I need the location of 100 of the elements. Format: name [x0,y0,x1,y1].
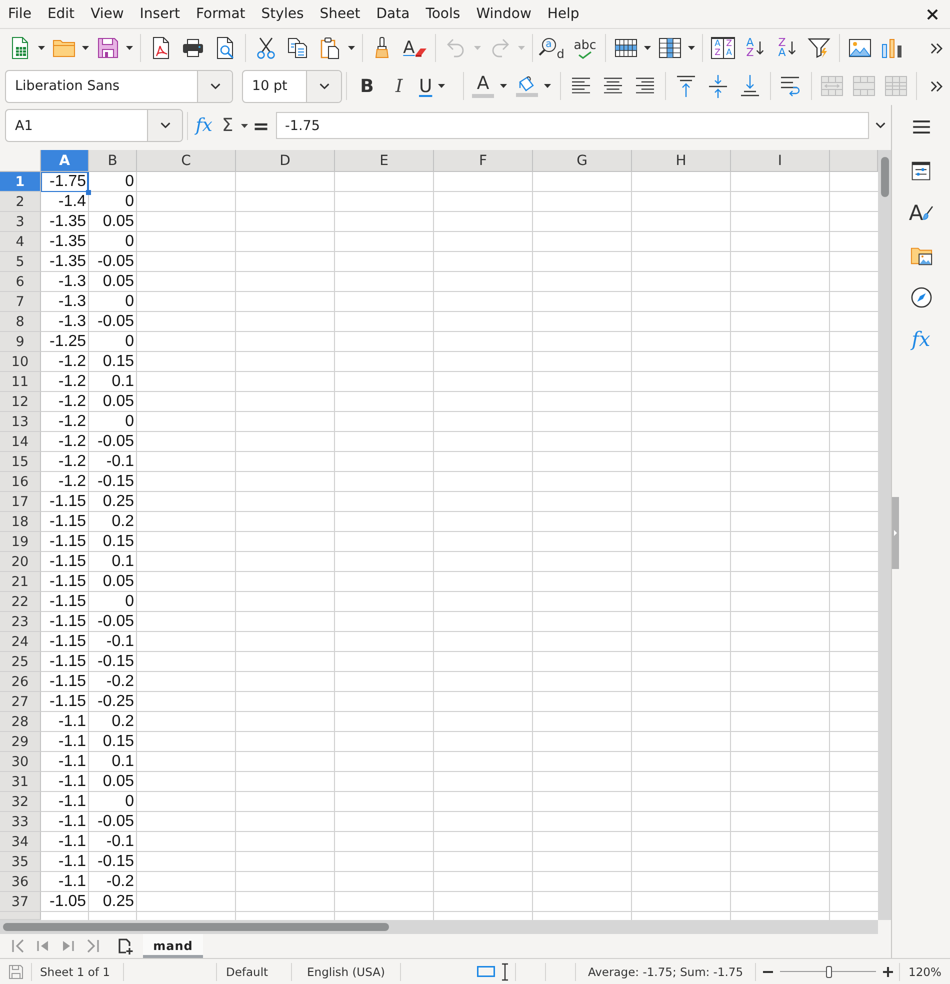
row-header[interactable]: 22 [0,592,41,612]
row-header[interactable]: 2 [0,192,41,212]
check-mark-icon [578,50,592,58]
bold-button[interactable]: B [351,69,383,103]
row-header[interactable]: 27 [0,692,41,712]
row-header[interactable]: 26 [0,672,41,692]
column-header[interactable]: F [434,150,533,172]
table-cell-text: -1.1 [57,712,87,732]
horizontal-scrollbar[interactable] [0,920,878,934]
row-header[interactable]: 8 [0,312,41,332]
row-header[interactable]: 3 [0,212,41,232]
row-header[interactable]: 31 [0,772,41,792]
row-header[interactable]: 17 [0,492,41,512]
menu-item[interactable]: Insert [132,0,188,28]
close-icon[interactable] [927,8,938,20]
menu-item[interactable]: Help [539,0,588,28]
column-header[interactable]: C [137,150,236,172]
sort-button[interactable]: A Z Z A [711,37,735,59]
menu-item[interactable]: Edit [39,0,83,28]
font-size-field[interactable]: 10 pt [242,70,342,102]
slider-thumb[interactable] [826,966,832,978]
row-header[interactable]: 34 [0,832,41,852]
font-name-field[interactable]: Liberation Sans [5,70,233,102]
row-header[interactable]: 32 [0,792,41,812]
menu-item[interactable]: Format [188,0,254,28]
page-style-text[interactable]: Default [226,964,268,978]
sidebar-collapse-handle[interactable] [892,497,899,569]
unmerge-cells-icon [884,74,908,98]
row-header[interactable]: 1 [0,172,41,192]
sort-ascending-button[interactable]: A Z [739,31,771,65]
column-header[interactable]: I [731,150,830,172]
row-header[interactable]: 10 [0,352,41,372]
menu-item[interactable]: Data [368,0,418,28]
row-header[interactable]: 18 [0,512,41,532]
row-header[interactable]: 24 [0,632,41,652]
sort-descending-button[interactable]: Z A [771,31,803,65]
vertical-scrollbar[interactable] [878,150,891,920]
styles-button[interactable]: A [901,193,941,233]
row-header[interactable]: 30 [0,752,41,772]
row-header[interactable]: 19 [0,532,41,552]
row-header[interactable]: 15 [0,452,41,472]
column-header[interactable]: H [632,150,731,172]
scrollbar-thumb[interactable] [3,923,389,931]
row-header[interactable]: 35 [0,852,41,872]
table-cell-text: 0 [124,192,135,212]
column-header[interactable]: D [236,150,335,172]
row-header[interactable]: 20 [0,552,41,572]
fill-handle[interactable] [86,190,91,195]
row-header[interactable]: 16 [0,472,41,492]
formula-input[interactable]: -1.75 [276,112,869,139]
italic-button[interactable]: I [383,69,415,103]
chevron-down-icon [160,122,170,129]
row-header[interactable]: 29 [0,732,41,752]
underline-button[interactable]: U [415,69,459,103]
row-header[interactable]: 4 [0,232,41,252]
menu-item[interactable]: View [82,0,132,28]
row-header[interactable]: 9 [0,332,41,352]
sum-button[interactable]: Σ [216,110,250,140]
find-replace-button[interactable]: a d [537,31,569,65]
formula-button[interactable]: = [250,110,272,140]
language-text[interactable]: English (USA) [307,964,385,978]
plus-icon[interactable] [882,966,894,978]
menu-item[interactable]: File [0,0,40,28]
zoom-percentage[interactable]: 120% [908,964,942,978]
menu-item[interactable]: Sheet [312,0,368,28]
menu-item[interactable]: Window [468,0,540,28]
clear-formatting-button[interactable]: A [399,31,431,65]
spelling-button[interactable]: abc [569,31,601,65]
row-header[interactable]: 33 [0,812,41,832]
row-header[interactable]: 28 [0,712,41,732]
row-header[interactable]: 25 [0,652,41,672]
menu-item[interactable]: Tools [418,0,468,28]
font-color-button[interactable]: A [468,69,512,103]
row-header[interactable]: 5 [0,252,41,272]
rectangle-selection-icon[interactable] [477,966,495,977]
table-cell-text: 0.05 [102,212,135,232]
name-box[interactable]: A1 [5,109,183,142]
skip-first-icon [10,938,24,954]
column-header[interactable]: A [41,150,89,172]
column-header[interactable]: E [335,150,434,172]
row-header[interactable]: 12 [0,392,41,412]
text-cursor-icon[interactable] [501,962,509,980]
column-header[interactable]: G [533,150,632,172]
chevron-down-icon [318,82,330,90]
caret-icon [348,46,355,50]
row-header[interactable]: 23 [0,612,41,632]
menu-item[interactable]: Styles [253,0,312,28]
table-cell-text: -1.35 [48,232,87,252]
sheet-tab[interactable]: mand [143,934,203,958]
caret-icon [644,46,651,50]
row-header[interactable]: 37 [0,892,41,912]
row-header[interactable]: 21 [0,572,41,592]
column-header[interactable]: B [89,150,137,172]
row-header[interactable]: 11 [0,372,41,392]
row-header[interactable]: 13 [0,412,41,432]
row-header[interactable]: 7 [0,292,41,312]
scrollbar-thumb[interactable] [881,157,889,197]
row-header[interactable]: 14 [0,432,41,452]
row-header[interactable]: 6 [0,272,41,292]
row-header[interactable]: 36 [0,872,41,892]
